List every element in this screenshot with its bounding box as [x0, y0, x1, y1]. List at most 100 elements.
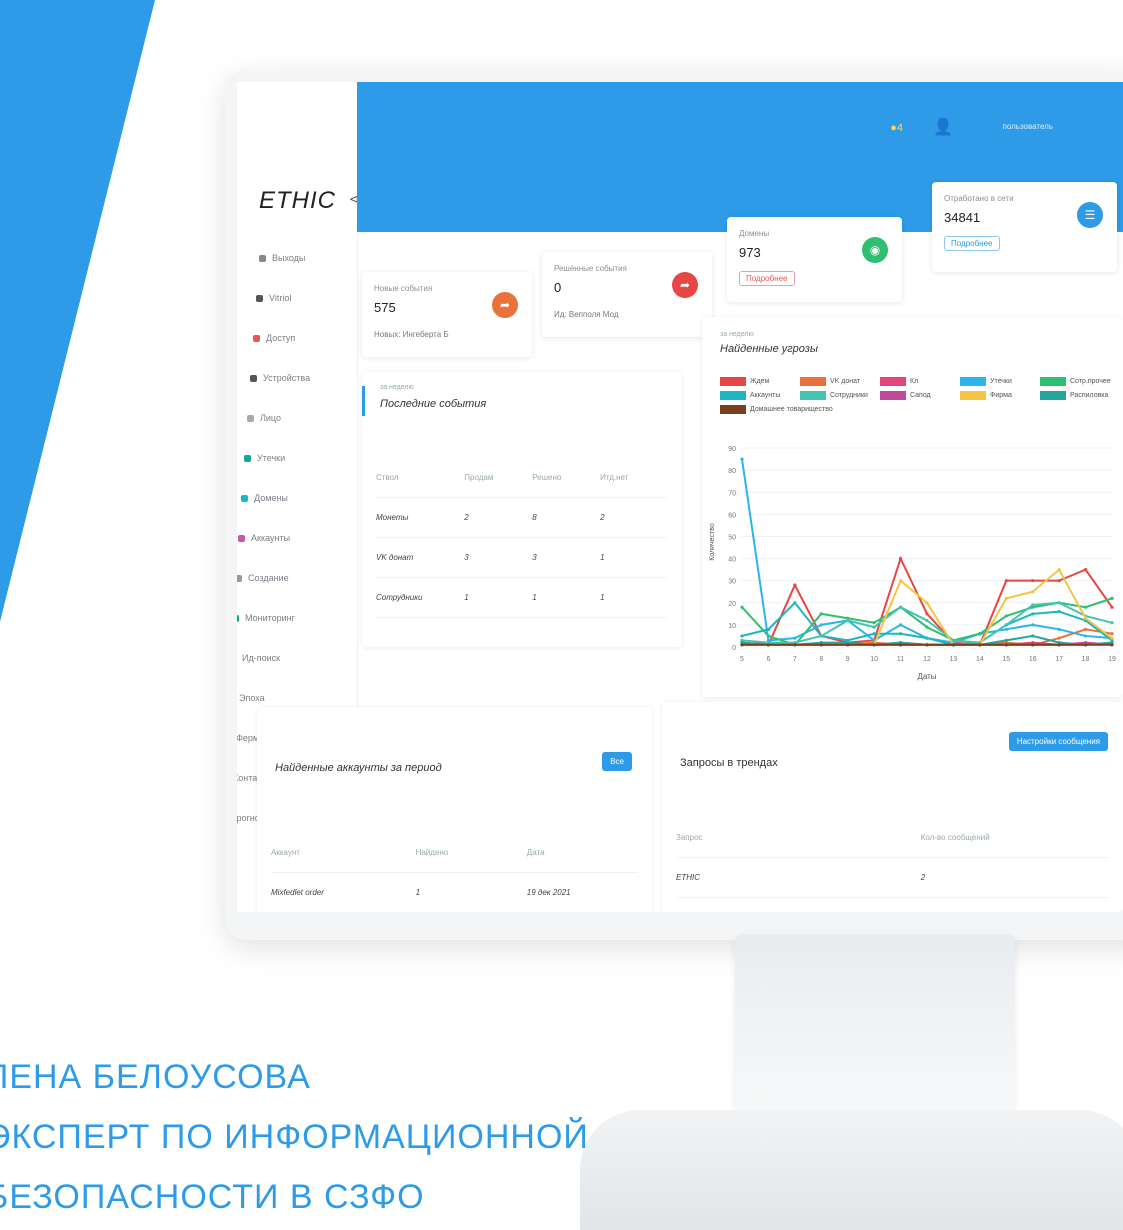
data-point[interactable]	[793, 601, 797, 605]
data-point[interactable]	[740, 605, 744, 609]
sidebar-item[interactable]: Выходы	[259, 247, 305, 269]
data-point[interactable]	[1110, 596, 1114, 600]
table-row[interactable]: Mixfedlet order 1 19 дек 2021	[271, 872, 638, 912]
data-point[interactable]	[1083, 643, 1088, 647]
data-point[interactable]	[872, 632, 876, 636]
data-point[interactable]	[898, 643, 903, 647]
data-point[interactable]	[1004, 596, 1008, 600]
data-point[interactable]	[898, 605, 903, 609]
sidebar-item[interactable]: Лицо	[247, 407, 281, 429]
data-point[interactable]	[766, 643, 771, 647]
data-point[interactable]	[925, 618, 929, 623]
data-point[interactable]	[1004, 623, 1008, 627]
data-point[interactable]	[793, 643, 797, 647]
data-point[interactable]	[1057, 579, 1061, 583]
data-point[interactable]	[925, 643, 929, 647]
data-point[interactable]	[1031, 612, 1035, 616]
data-point[interactable]	[1004, 643, 1008, 647]
data-point[interactable]	[1004, 614, 1008, 618]
data-point[interactable]	[1110, 621, 1114, 625]
details-button[interactable]: Подробнее	[739, 271, 795, 286]
user-icon[interactable]: 👤	[933, 117, 953, 137]
details-button[interactable]: Подробнее	[944, 236, 1000, 251]
data-point[interactable]	[898, 632, 903, 636]
data-point[interactable]	[1057, 643, 1061, 647]
data-point[interactable]	[793, 583, 797, 587]
data-point[interactable]	[925, 636, 929, 640]
data-point[interactable]	[1083, 627, 1088, 631]
data-point[interactable]	[1057, 636, 1061, 640]
data-point[interactable]	[898, 579, 903, 583]
data-point[interactable]	[872, 621, 876, 625]
stat-card-new-events[interactable]: Новые события 575 Новых: Ингеберта Б ➦	[362, 272, 532, 357]
data-point[interactable]	[1031, 603, 1035, 607]
data-point[interactable]	[846, 643, 850, 647]
sidebar-item-label: Ид-поиск	[242, 653, 281, 663]
settings-button[interactable]: Настройки сообщения	[1008, 732, 1108, 751]
data-point[interactable]	[1057, 627, 1061, 631]
sidebar-item[interactable]: Утечки	[244, 447, 285, 469]
data-point[interactable]	[766, 634, 771, 638]
threats-chart-panel: за неделю Найденные угрозы Ждем VK донат К…	[702, 317, 1123, 697]
data-point[interactable]	[898, 556, 903, 561]
user-name[interactable]: пользователь	[1003, 122, 1054, 131]
sidebar-item[interactable]: Эпоха	[237, 687, 265, 709]
data-point[interactable]	[1110, 636, 1114, 640]
all-accounts-button[interactable]: Все	[602, 752, 632, 771]
data-point[interactable]	[740, 457, 744, 461]
data-point[interactable]	[872, 625, 876, 629]
table-row[interactable]: Сотрудники 1 1 1	[376, 577, 668, 618]
data-point[interactable]	[1031, 634, 1035, 638]
sidebar-item[interactable]: Ид-поиск	[237, 647, 280, 669]
data-point[interactable]	[1031, 623, 1035, 627]
data-point[interactable]	[740, 634, 744, 638]
data-point[interactable]	[793, 636, 797, 640]
data-point[interactable]	[1004, 638, 1008, 642]
table-row[interactable]: Монеты 2 8 2	[376, 497, 668, 538]
sidebar-item[interactable]: Аккаунты	[238, 527, 290, 549]
data-point[interactable]	[819, 623, 823, 627]
data-point[interactable]	[1057, 601, 1061, 605]
data-point[interactable]	[1031, 579, 1035, 583]
data-point[interactable]	[1057, 610, 1061, 614]
table-row[interactable]: VK донат 3 3 1	[376, 537, 668, 578]
sidebar-item[interactable]: Устройства	[250, 367, 310, 389]
notification-bell-icon[interactable]: ●4	[890, 122, 903, 134]
data-point[interactable]	[1057, 568, 1061, 572]
data-point[interactable]	[978, 643, 982, 647]
stat-card-network[interactable]: Отработано в сети 34841 Подробнее ☰	[932, 182, 1117, 272]
data-point[interactable]	[1110, 605, 1114, 609]
data-point[interactable]	[1031, 590, 1035, 594]
data-point[interactable]	[819, 643, 823, 647]
data-point[interactable]	[925, 612, 929, 616]
data-point[interactable]	[925, 601, 929, 605]
data-point[interactable]	[1110, 632, 1114, 636]
data-point[interactable]	[819, 612, 823, 616]
data-point[interactable]	[1004, 627, 1008, 631]
data-point[interactable]	[846, 618, 850, 623]
data-point[interactable]	[1083, 605, 1088, 609]
stat-card-domains[interactable]: Домены 973 Подробнее ◉	[727, 217, 902, 302]
data-point[interactable]	[1031, 643, 1035, 647]
data-point[interactable]	[898, 623, 903, 627]
sidebar-item[interactable]: Создание	[237, 567, 289, 589]
data-point[interactable]	[951, 643, 956, 647]
sidebar-item[interactable]: Доступ	[253, 327, 295, 349]
data-point[interactable]	[1083, 616, 1088, 620]
data-point[interactable]	[1110, 643, 1114, 647]
data-point[interactable]	[1004, 579, 1008, 583]
sidebar-item[interactable]: Vitriol	[256, 287, 291, 309]
sidebar-item[interactable]: Мониторинг	[237, 607, 295, 629]
data-point[interactable]	[740, 643, 744, 647]
app-logo[interactable]: ETHIC	[259, 187, 336, 215]
data-point[interactable]	[766, 627, 771, 631]
data-point[interactable]	[1083, 568, 1088, 572]
data-point[interactable]	[1083, 634, 1088, 638]
data-point[interactable]	[978, 632, 982, 636]
stat-card-resolved-events[interactable]: Решённые события 0 Ид: Вепполя Мод ➦	[542, 252, 712, 337]
table-row[interactable]: ETHIC 2	[676, 857, 1109, 898]
data-point[interactable]	[819, 634, 823, 638]
data-point[interactable]	[872, 643, 876, 647]
data-point[interactable]	[925, 625, 929, 629]
sidebar-item[interactable]: Домены	[241, 487, 288, 509]
